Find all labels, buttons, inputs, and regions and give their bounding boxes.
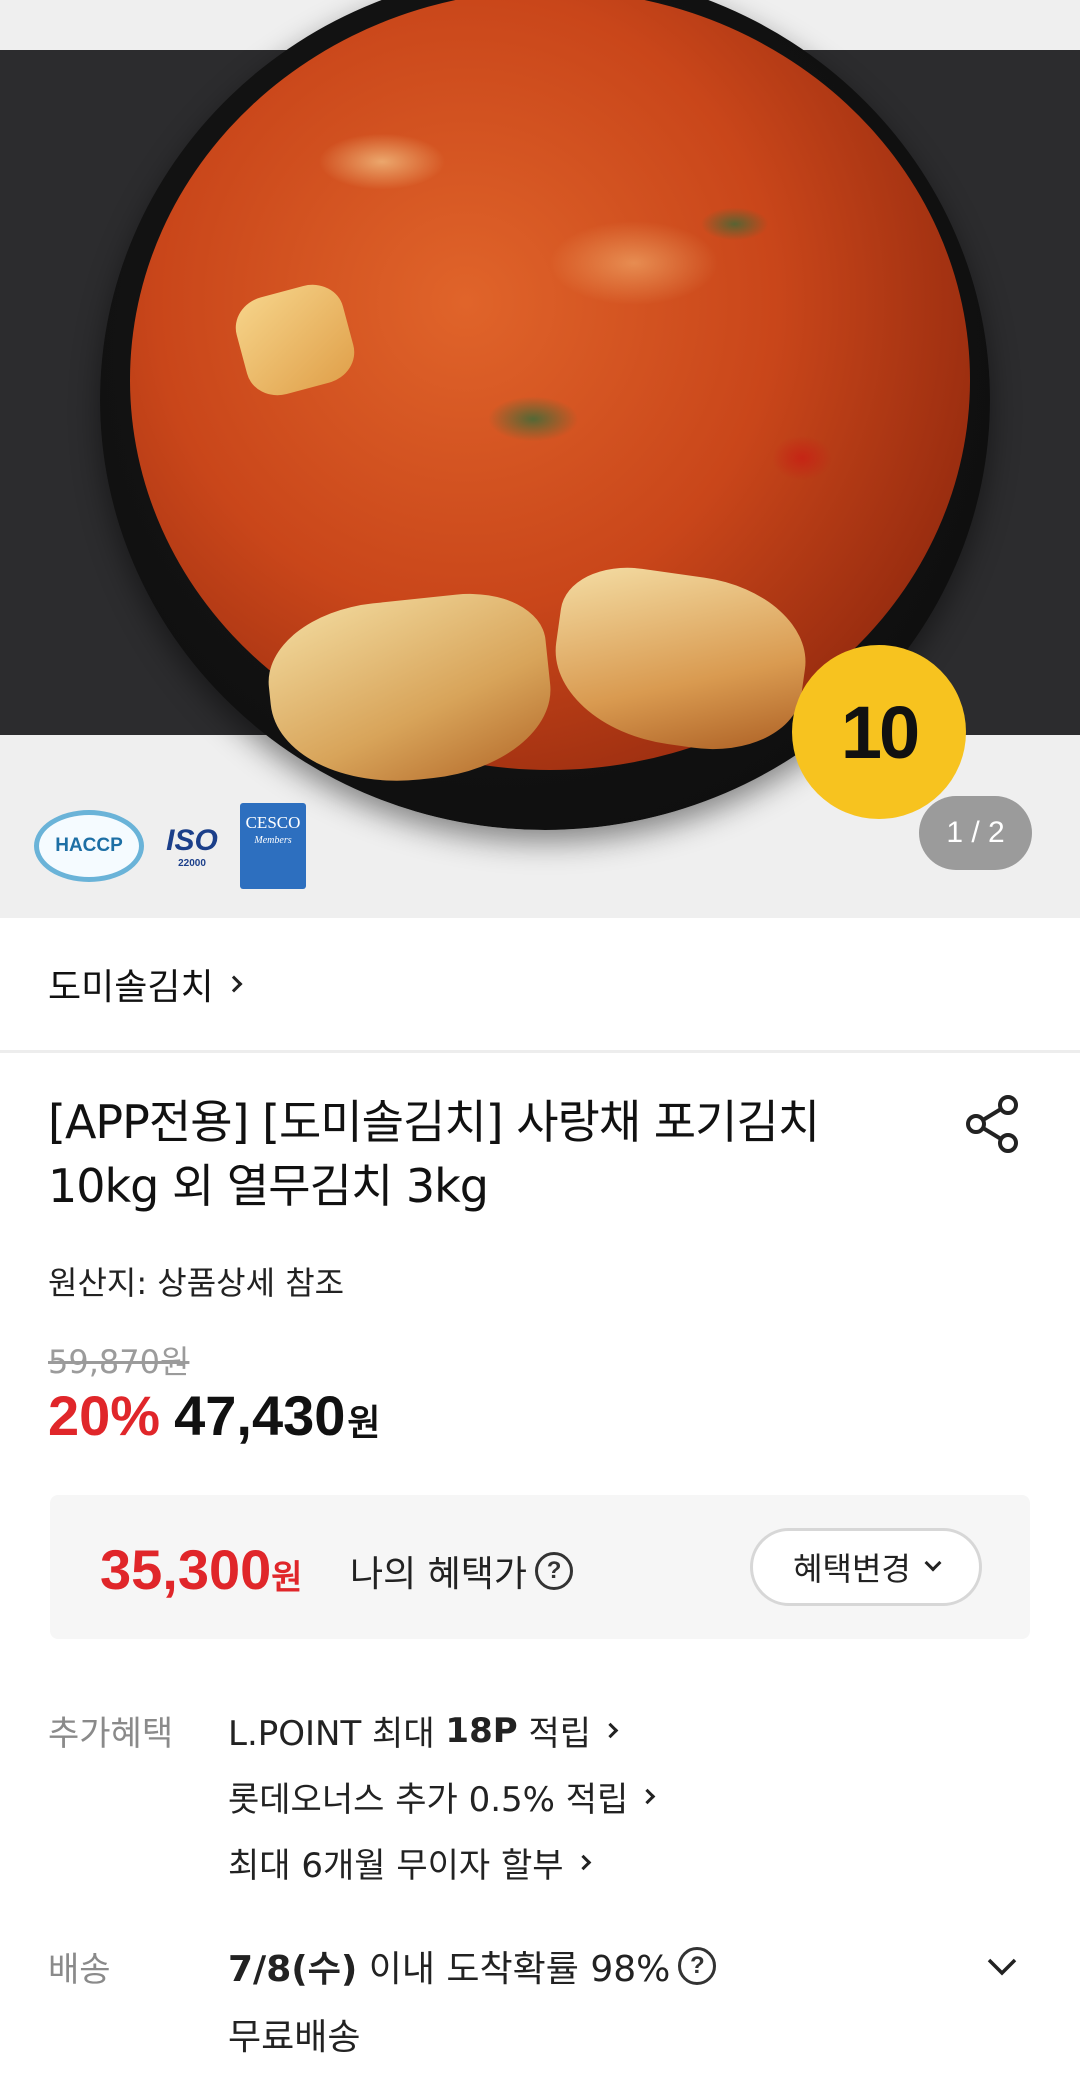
original-price: 59,870원 xyxy=(48,1343,190,1381)
chevron-right-icon xyxy=(225,975,243,993)
delivery-date: 7/8(수) xyxy=(228,1949,358,1990)
lpoint-benefit-link[interactable]: L.POINT 최대 18P 적립 xyxy=(228,1706,619,1755)
benefit-label: 나의 혜택가 ? xyxy=(350,1545,574,1597)
sale-price: 47,430 xyxy=(174,1384,346,1447)
lotte-owners-benefit-text: 롯데오너스 추가 0.5% 적립 xyxy=(228,1780,629,1820)
haccp-logo: HACCP xyxy=(34,810,144,882)
lotte-owners-benefit-link[interactable]: 롯데오너스 추가 0.5% 적립 xyxy=(228,1772,656,1821)
installment-benefit-text: 최대 6개월 무이자 할부 xyxy=(228,1846,564,1886)
price-row: 20% 47,430 원 xyxy=(48,1383,381,1448)
chevron-down-icon xyxy=(987,1958,1017,1976)
iso-logo-number: 22000 xyxy=(178,857,206,869)
benefit-price: 35,300 원 xyxy=(100,1537,303,1602)
additional-benefits-label: 추가혜택 xyxy=(48,1714,174,1754)
benefit-label-text: 나의 혜택가 xyxy=(350,1554,528,1595)
change-benefit-label: 혜택변경 xyxy=(793,1550,911,1588)
chevron-right-icon xyxy=(640,1788,656,1805)
product-image-carousel[interactable]: 10 HACCP ISO 22000 CESCO Members 1 / 2 xyxy=(0,0,1080,918)
store-link[interactable]: 도미솔김치 xyxy=(0,918,1080,1053)
chevron-down-icon xyxy=(924,1554,942,1572)
lpoint-benefit-prefix: L.POINT 최대 xyxy=(228,1714,446,1754)
cesco-logo-text: CESCO xyxy=(245,813,301,832)
lpoint-benefit-suffix: 적립 xyxy=(517,1714,592,1754)
change-benefit-button[interactable]: 혜택변경 xyxy=(750,1528,982,1606)
image-pager: 1 / 2 xyxy=(919,796,1032,870)
store-name: 도미솔김치 xyxy=(48,967,214,1008)
delivery-probability: 이내 도착확률 98% xyxy=(357,1949,671,1990)
my-benefit-price-box: 35,300 원 나의 혜택가 ? 혜택변경 xyxy=(50,1495,1030,1639)
help-icon[interactable]: ? xyxy=(678,1947,717,1985)
shipping-expand-button[interactable] xyxy=(985,1950,1019,1984)
help-icon[interactable]: ? xyxy=(535,1552,574,1590)
product-title: [APP전용] [도미솔김치] 사랑채 포기김치 10kg 외 열무김치 3kg xyxy=(48,1095,820,1213)
discount-rate: 20% xyxy=(48,1384,161,1447)
cesco-logo: CESCO Members xyxy=(240,803,306,889)
delivery-estimate: 7/8(수) 이내 도착확률 98% ? xyxy=(228,1940,717,1992)
benefit-price-unit: 원 xyxy=(271,1558,303,1598)
free-shipping-text: 무료배송 xyxy=(228,2017,361,2058)
iso-logo-text: ISO xyxy=(166,823,218,857)
origin-text: 원산지: 상품상세 참조 xyxy=(48,1264,345,1302)
sale-price-unit: 원 xyxy=(347,1403,381,1444)
shipping-label: 배송 xyxy=(48,1950,111,1990)
share-button[interactable] xyxy=(960,1090,1028,1158)
weight-badge: 10 xyxy=(792,645,966,819)
cesco-logo-sub: Members xyxy=(254,835,292,846)
chevron-right-icon xyxy=(575,1854,591,1871)
certification-logos: HACCP ISO 22000 CESCO Members xyxy=(34,803,306,889)
installment-benefit-link[interactable]: 최대 6개월 무이자 할부 xyxy=(228,1838,591,1887)
chevron-right-icon xyxy=(602,1722,619,1739)
benefit-price-value: 35,300 xyxy=(100,1538,272,1601)
iso-logo: ISO 22000 xyxy=(158,806,226,886)
share-icon xyxy=(966,1095,1018,1153)
lpoint-benefit-points: 18P xyxy=(445,1710,518,1751)
